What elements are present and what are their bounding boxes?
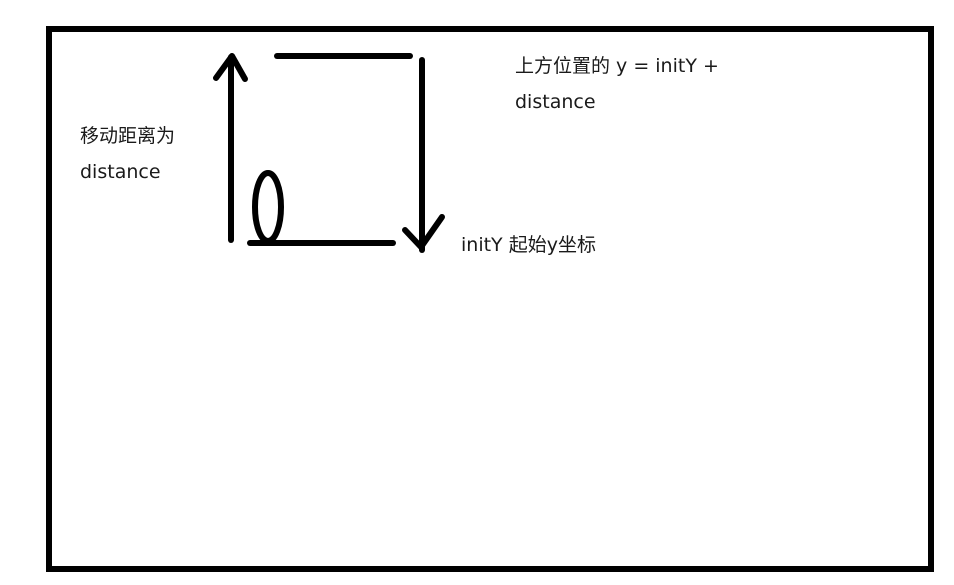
init-y-label: initY 起始y坐标 (461, 234, 596, 256)
top-position-label-line1: 上方位置的 y = initY + (515, 55, 719, 77)
diagram-drawing (213, 53, 445, 253)
move-distance-label-line2: distance (80, 161, 161, 183)
diagram-canvas: 移动距离为 distance 上方位置的 y = initY + distanc… (0, 0, 954, 585)
top-position-label-line2: distance (515, 91, 596, 113)
ball-ellipse (252, 170, 284, 244)
move-distance-label-line1: 移动距离为 (80, 125, 176, 147)
top-position-label: 上方位置的 y = initY + distance (515, 48, 719, 120)
move-distance-label: 移动距离为 distance (80, 118, 175, 190)
